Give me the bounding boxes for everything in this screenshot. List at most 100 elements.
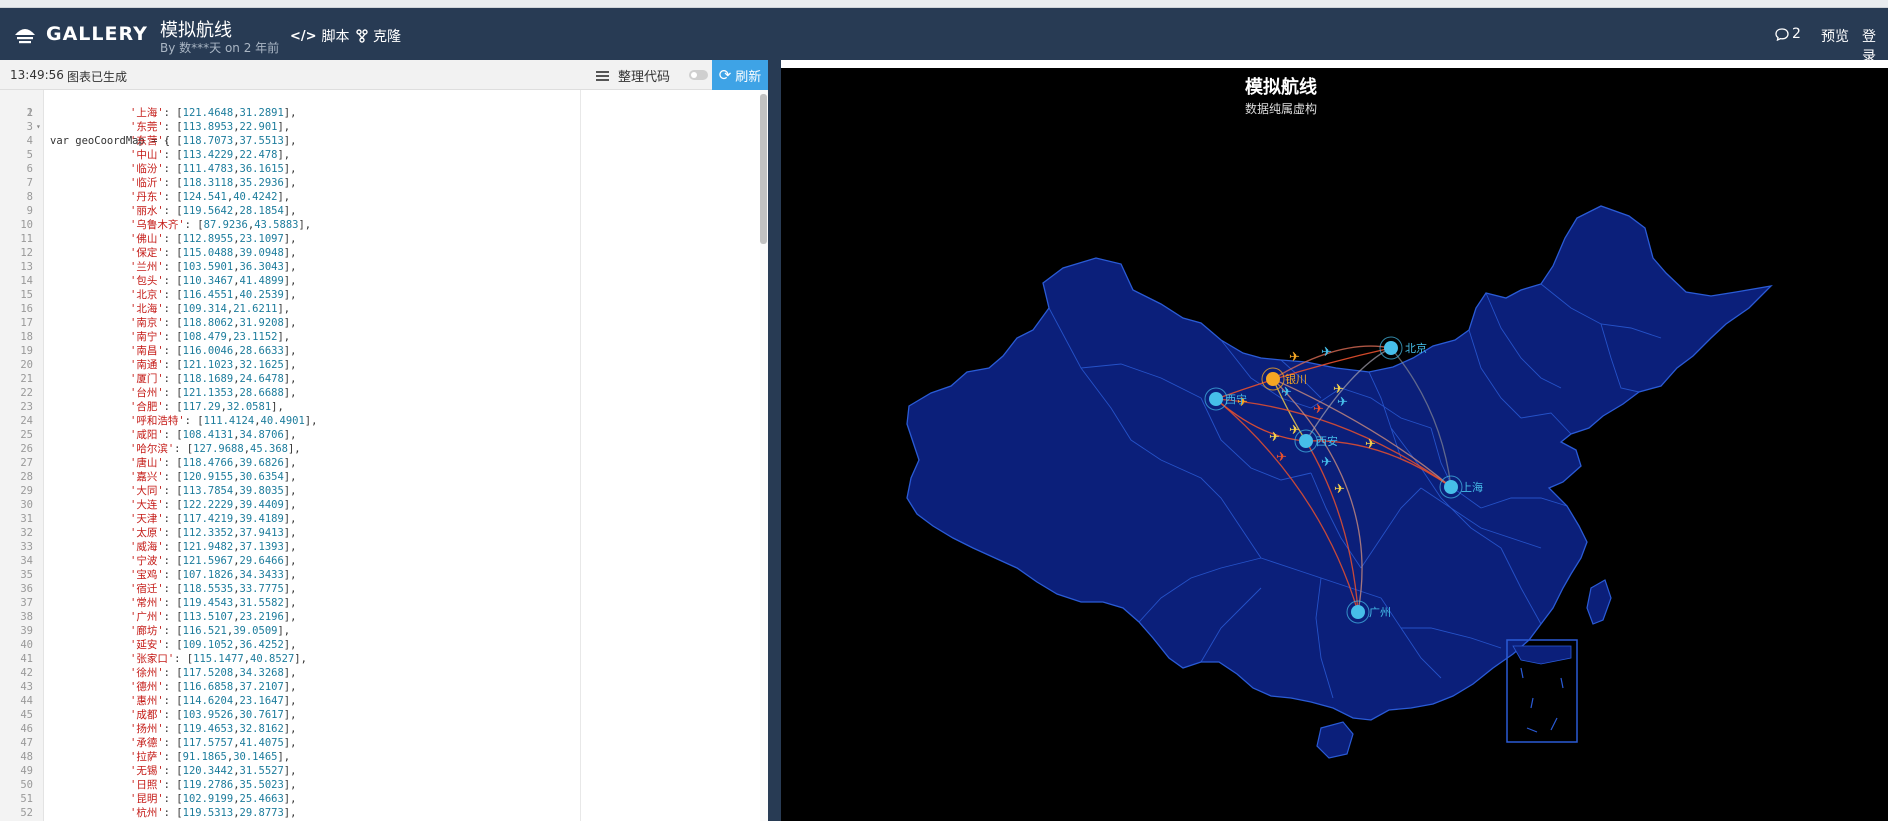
city-label: 西安	[1316, 434, 1338, 448]
latitude: 35.5023	[239, 779, 284, 791]
gallery-logo[interactable]: GALLERY	[12, 20, 148, 48]
city-key: '常州'	[130, 597, 164, 609]
code-line: 23 '合肥': [117.29,32.0581],	[0, 400, 768, 414]
city-key: '嘉兴'	[130, 471, 164, 483]
latitude: 33.7775	[239, 583, 284, 595]
clone-link[interactable]: 克隆	[356, 26, 401, 46]
line-number: 20	[20, 359, 33, 371]
code-line: 12 '保定': [115.0488,39.0948],	[0, 246, 768, 260]
code-punct: : [	[163, 205, 183, 217]
latitude: 41.4899	[239, 275, 284, 287]
auto-run-toggle[interactable]	[689, 70, 708, 80]
city-key: '成都'	[130, 709, 164, 721]
code-punct: : [	[163, 247, 183, 259]
line-number: 16	[20, 303, 33, 315]
code-line: 17 '南京': [118.8062,31.9208],	[0, 316, 768, 330]
city-key: '乌鲁木齐'	[130, 219, 185, 231]
script-link[interactable]: </> 脚本	[290, 26, 350, 46]
code-text: '太原': [112.3352,37.9413],	[130, 526, 296, 540]
latitude: 36.1615	[239, 163, 284, 175]
code-punct: ],	[283, 387, 297, 399]
latitude: 32.1625	[239, 359, 284, 371]
latitude: 36.4252	[239, 639, 284, 651]
city-key: '北海'	[130, 303, 164, 315]
line-number: 8	[26, 191, 33, 203]
code-line: 52 '杭州': [119.5313,29.8773],	[0, 806, 768, 820]
line-number: 49	[20, 765, 33, 777]
line-number: 23	[20, 401, 33, 413]
city-key: '广州'	[130, 611, 164, 623]
code-punct: : [	[163, 527, 183, 539]
plane-icon: ✈	[1289, 350, 1300, 365]
code-punct: ],	[283, 527, 297, 539]
plane-icon: ✈	[1313, 402, 1324, 417]
city-key: '上海'	[130, 107, 164, 119]
latitude: 37.2107	[239, 681, 284, 693]
code-text: '成都': [103.9526,30.7617],	[130, 708, 296, 722]
latitude: 37.9413	[239, 527, 284, 539]
line-number: 40	[20, 639, 33, 651]
code-punct: ],	[283, 667, 297, 679]
code-punct: ],	[283, 275, 297, 287]
line-number: 48	[20, 751, 33, 763]
align-left-icon	[596, 70, 609, 81]
format-code-button[interactable]: 整理代码	[596, 66, 670, 85]
latitude: 31.5527	[239, 765, 284, 777]
code-punct: : [	[174, 653, 194, 665]
code-line: 45 '成都': [103.9526,30.7617],	[0, 708, 768, 722]
city-key: '天津'	[130, 513, 164, 525]
code-text: '合肥': [117.29,32.0581],	[130, 400, 284, 414]
code-line: 13 '兰州': [103.5901,36.3043],	[0, 260, 768, 274]
code-line: 38 '广州': [113.5107,23.2196],	[0, 610, 768, 624]
latitude: 23.2196	[239, 611, 284, 623]
longitude: 119.4653	[182, 723, 234, 735]
code-text: '上海': [121.4648,31.2891],	[130, 106, 296, 120]
code-punct: : [	[163, 345, 183, 357]
code-line: 49 '无锡': [120.3442,31.5527],	[0, 764, 768, 778]
line-number: 2	[26, 107, 33, 119]
code-punct: : [	[163, 373, 183, 385]
city-key: '大同'	[130, 485, 164, 497]
city-key: '东莞'	[130, 121, 164, 133]
pane-splitter[interactable]	[768, 60, 781, 821]
code-line: 18 '南宁': [108.479,23.1152],	[0, 330, 768, 344]
code-punct: : [	[163, 737, 183, 749]
preview-link[interactable]: 预览	[1821, 26, 1849, 46]
code-punct: ],	[283, 583, 297, 595]
longitude: 113.8953	[182, 121, 234, 133]
code-line: 30 '大连': [122.2229,39.4409],	[0, 498, 768, 512]
code-punct: : [	[163, 625, 183, 637]
line-number: 30	[20, 499, 33, 511]
preview-label: 预览	[1821, 29, 1849, 45]
code-text: '南宁': [108.479,23.1152],	[130, 330, 290, 344]
longitude: 109.1052	[182, 639, 234, 651]
code-editor[interactable]: 1 ▾ var geoCoordMap = { 2 '上海': [121.4648…	[0, 90, 768, 821]
city-key: '临沂'	[130, 177, 164, 189]
author-byline[interactable]: By 数***天 on 2 年前	[160, 39, 279, 56]
code-punct: : [	[163, 107, 183, 119]
latitude: 39.0948	[239, 247, 284, 259]
code-punct: : [	[163, 779, 183, 791]
script-label: 脚本	[321, 29, 350, 45]
latitude: 30.1465	[233, 751, 278, 763]
code-punct: : [	[163, 275, 183, 287]
comments-button[interactable]: 2	[1775, 26, 1801, 42]
code-text: '保定': [115.0488,39.0948],	[130, 246, 296, 260]
city-label: 广州	[1369, 606, 1391, 619]
refresh-button[interactable]: ⟳ 刷新	[712, 60, 768, 90]
longitude: 118.8062	[182, 317, 234, 329]
code-text: '广州': [113.5107,23.2196],	[130, 610, 296, 624]
map-chart[interactable]: ✈ ✈ ✈ ✈ ✈ ✈ ✈ ✈ ✈ ✈ ✈ ✈ ✈ 北京 银川 西宁 西安 上海…	[781, 68, 1888, 821]
code-punct: : [	[163, 121, 183, 133]
city-key: '丽水'	[130, 205, 164, 217]
city-key: '合肥'	[130, 401, 164, 413]
code-punct: : [	[184, 219, 204, 231]
code-punct: ],	[304, 415, 318, 427]
code-text: '常州': [119.4543,31.5582],	[130, 596, 296, 610]
map-subtitle: 数据纯属虚构	[1244, 102, 1317, 116]
code-text: '南昌': [116.0046,28.6633],	[130, 344, 296, 358]
longitude: 117.29	[182, 401, 221, 413]
code-line: 4 '东营': [118.7073,37.5513],	[0, 134, 768, 148]
code-line: 7 '临沂': [118.3118,35.2936],	[0, 176, 768, 190]
code-punct: ],	[283, 695, 297, 707]
